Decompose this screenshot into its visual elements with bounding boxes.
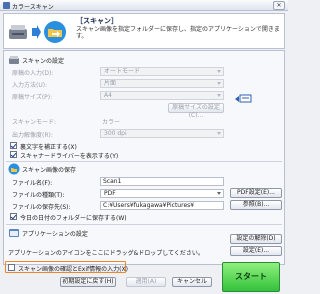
app-settings-button[interactable]: 設定(E)... [230,246,282,256]
reset-defaults-button[interactable]: 初期設定に戻す(H) [60,277,116,287]
paper-source-label: 原稿の入力(D): [12,70,54,77]
scanner-icon [9,25,27,39]
header-title: ［スキャン］ [76,17,118,25]
close-button[interactable]: ✕ [273,1,285,10]
application-icon [9,229,19,237]
subfolder-label: 今日の日付のフォルダーに保存する(W) [20,215,127,222]
orientation-icon [235,94,252,103]
save-settings-icon [8,163,20,175]
folder-input[interactable]: C:¥Users¥fukagawa¥Pictures¥ [100,201,224,210]
save-settings-title: スキャン画像の保存 [22,167,77,174]
paper-size-select[interactable]: A4 [100,91,224,100]
scan-settings-icon [9,56,19,64]
auto-correct-checkbox[interactable] [10,142,17,149]
resolution-label: 出力解像度(R): [12,132,53,139]
auto-correct-label: 裏文字を補正する(X) [20,144,77,151]
input-method-select[interactable]: 片面 [100,79,224,88]
chevron-down-icon [217,132,221,135]
custom-size-button[interactable]: 原稿サイズの設定(C)... [168,103,224,119]
show-driver-checkbox[interactable] [10,151,17,158]
folder-label: ファイルの保存先(S): [12,204,71,211]
scan-settings-title: スキャンの設定 [22,58,65,65]
cancel-button[interactable]: キャンセル [172,277,212,287]
paper-source-select[interactable]: オートモード [100,67,224,76]
resolution-select[interactable]: 300 dpi [100,129,224,138]
pdf-settings-button[interactable]: PDF設定(E)... [230,188,282,198]
scan-mode-value: カラー [102,119,121,126]
subfolder-checkbox[interactable] [10,213,17,220]
show-driver-label: スキャナードライバーを表示する(Y) [20,153,119,160]
chevron-down-icon [217,82,221,85]
filetype-label: ファイルの種類(T): [12,192,65,199]
arrow-right-icon [32,25,41,39]
folder-save-icon [44,21,66,43]
input-method-label: 入力方法(U): [12,82,48,89]
filetype-select[interactable]: PDF [100,189,224,198]
divider [6,224,282,225]
window-title: カラースキャン [12,4,54,11]
exif-label: スキャン画像の確認とExif情報の入力(X) [18,266,128,273]
app-settings-title: アプリケーションの設定 [22,231,88,238]
browse-button[interactable]: 参照(B)... [230,200,282,210]
app-icon [3,2,10,9]
unlink-app-button[interactable]: 設定の解除(D) [230,234,282,244]
header-description: スキャン画像を指定フォルダーに保存し、指定のアプリケーションで開きます。 [76,26,280,40]
app-drop-hint[interactable]: アプリケーションのアイコンをここにドラッグ&ドロップしてください。 [8,248,204,257]
divider [6,161,282,162]
apply-button[interactable]: 適用(A) [126,277,166,287]
filename-label: ファイル名(F): [12,180,53,187]
chevron-down-icon [217,192,221,195]
filename-input[interactable]: Scan1 [100,177,224,186]
exif-checkbox[interactable] [8,264,15,271]
chevron-down-icon [217,70,221,73]
start-button[interactable]: スタート [222,262,280,292]
paper-size-label: 原稿サイズ(P): [12,94,53,101]
scan-mode-label: スキャンモード: [12,119,57,126]
title-bar: カラースキャン ✕ [0,0,288,11]
chevron-down-icon [217,94,221,97]
